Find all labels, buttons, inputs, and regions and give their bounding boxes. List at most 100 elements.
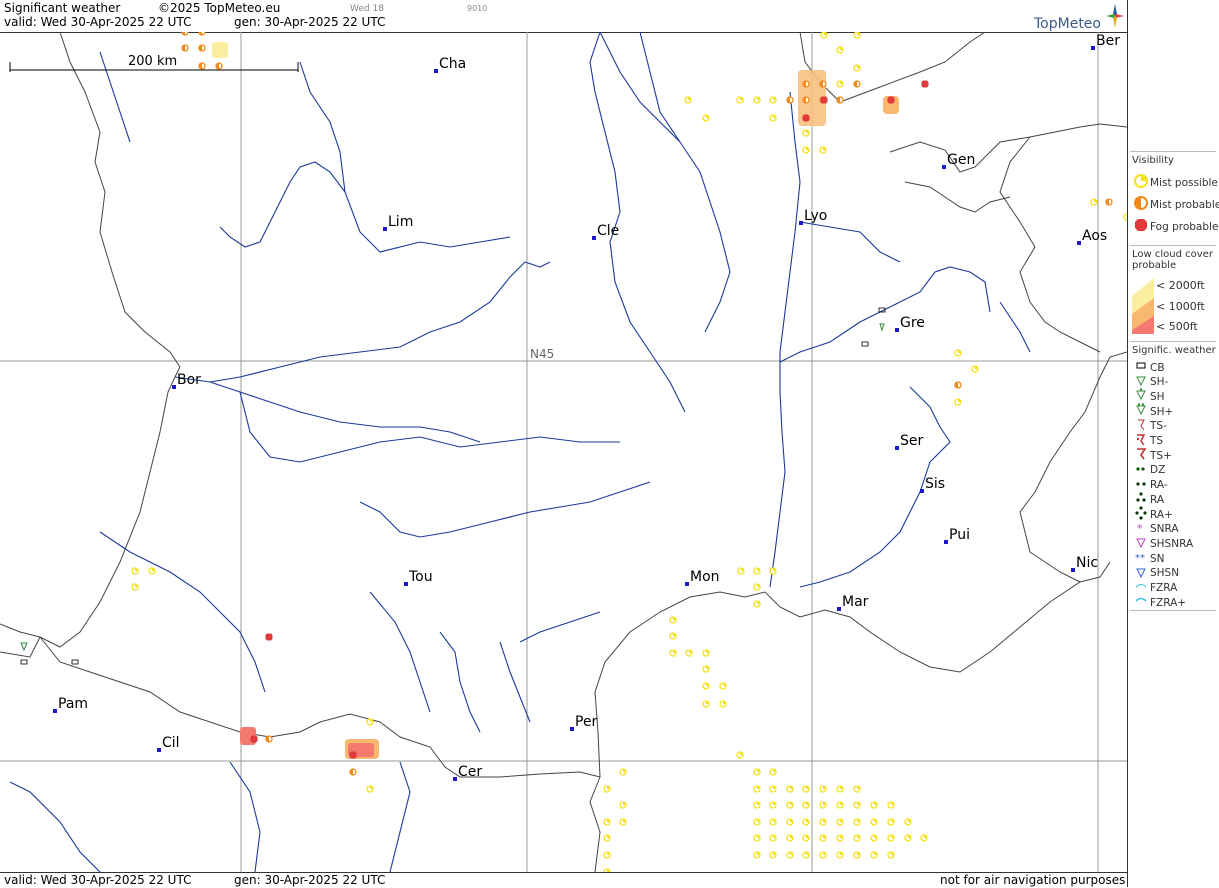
city-label: Gen bbox=[947, 152, 975, 168]
fog-probable-symbols bbox=[250, 80, 929, 759]
mist-possible-icon bbox=[1134, 174, 1148, 188]
city-marker-icon bbox=[944, 540, 948, 544]
footer-valid-time: valid: Wed 30-Apr-2025 22 UTC bbox=[4, 873, 192, 887]
city-marker-icon bbox=[172, 385, 176, 389]
sigwx-label: TS bbox=[1150, 435, 1164, 447]
mist-probable-label: Mist probable bbox=[1150, 198, 1219, 211]
sigwx-label: CB bbox=[1150, 361, 1165, 374]
map-header: Significant weather ©2025 TopMeteo.eu va… bbox=[0, 0, 1127, 33]
fog-probable-icon bbox=[820, 96, 828, 104]
city-label: Cil bbox=[162, 735, 180, 751]
city-mon: Mon bbox=[685, 569, 720, 586]
sigwx-label: DZ bbox=[1150, 464, 1166, 477]
fog-probable-icon bbox=[887, 96, 895, 104]
city-marker-icon bbox=[53, 709, 57, 713]
city-marker-icon bbox=[942, 165, 946, 169]
city-marker-icon bbox=[383, 227, 387, 231]
city-marker-icon bbox=[685, 582, 689, 586]
sigwx-label: TS+ bbox=[1150, 449, 1172, 462]
map-footer: valid: Wed 30-Apr-2025 22 UTC gen: 30-Ap… bbox=[0, 872, 1127, 888]
sigwx-title: Signific. weather bbox=[1132, 345, 1216, 356]
fog-probable-icon bbox=[265, 633, 273, 641]
city-label: Ser bbox=[900, 433, 924, 449]
chart-code: 9010 bbox=[467, 4, 488, 13]
legend-mist-possible: Mist possible bbox=[1132, 174, 1218, 191]
city-label: Tou bbox=[408, 569, 433, 585]
mist-possible-symbols bbox=[131, 32, 1127, 872]
visibility-title: Visibility bbox=[1132, 155, 1174, 166]
sigwx-label: SH+ bbox=[1150, 405, 1174, 418]
city-marker-icon bbox=[404, 582, 408, 586]
latitude-label: N45 bbox=[530, 347, 554, 361]
city-marker-icon bbox=[1077, 241, 1081, 245]
mist-probable-icon bbox=[1134, 196, 1148, 210]
mist-possible-label: Mist possible bbox=[1150, 176, 1218, 189]
legend-panel: Visibility Mist possible Mist probable F… bbox=[1127, 0, 1219, 887]
city-cha: Cha bbox=[434, 56, 466, 73]
city-marker-icon bbox=[453, 777, 457, 781]
city-per: Per bbox=[570, 714, 598, 731]
fog-probable-icon bbox=[1135, 219, 1147, 231]
sigwx-label: RA bbox=[1150, 493, 1165, 506]
city-marker-icon bbox=[1071, 568, 1075, 572]
sigwx-label: FZRA+ bbox=[1150, 596, 1187, 609]
city-label: Lyo bbox=[804, 208, 827, 224]
city-label: Mon bbox=[690, 569, 720, 585]
topmeteo-logo: TopMeteo bbox=[1034, 4, 1124, 32]
city-gen: Gen bbox=[942, 152, 975, 169]
city-gre: Gre bbox=[895, 315, 925, 332]
lowcloud-500-label: < 500ft bbox=[1156, 320, 1198, 333]
city-marker-icon bbox=[592, 236, 596, 240]
fog-probable-icon bbox=[250, 735, 258, 743]
lowcloud-1000-label: < 1000ft bbox=[1156, 300, 1205, 313]
city-label: Sis bbox=[925, 476, 945, 492]
svg-text:*: * bbox=[1137, 522, 1143, 535]
valid-time: valid: Wed 30-Apr-2025 22 UTC bbox=[4, 15, 192, 29]
svg-text:**: ** bbox=[1135, 553, 1145, 564]
fog-probable-icon bbox=[349, 751, 357, 759]
sigwx-label: SH bbox=[1150, 390, 1165, 403]
sigwx-label: SNRA bbox=[1150, 523, 1179, 536]
legend-divider bbox=[1130, 610, 1216, 611]
copyright: ©2025 TopMeteo.eu bbox=[158, 1, 281, 15]
sigwx-label: SHSN bbox=[1150, 567, 1180, 580]
city-cer: Cer bbox=[453, 764, 482, 781]
sigwx-fzraplus-icon bbox=[1132, 594, 1150, 611]
city-nic: Nic bbox=[1071, 555, 1098, 572]
city-marker-icon bbox=[895, 328, 899, 332]
fog-probable-label: Fog probable bbox=[1150, 220, 1219, 233]
map-title: Significant weather bbox=[4, 1, 121, 15]
city-label: Pam bbox=[58, 696, 88, 712]
lowcloud-gradient-icon bbox=[1132, 278, 1154, 334]
city-lyo: Lyo bbox=[799, 208, 827, 225]
lowcloud-2000-label: < 2000ft bbox=[1156, 279, 1205, 292]
city-cle: Cle bbox=[592, 223, 619, 240]
sigwx-label: SN bbox=[1150, 552, 1165, 565]
weather-map[interactable]: N45 200 km Cha Lim Cle Lyo Gen Ber Aos G… bbox=[0, 32, 1127, 872]
city-mar: Mar bbox=[837, 594, 869, 611]
city-sis: Sis bbox=[920, 476, 945, 493]
logo-text: TopMeteo bbox=[1034, 16, 1101, 32]
city-marker-icon bbox=[799, 221, 803, 225]
scale-bar-label: 200 km bbox=[128, 54, 177, 69]
legend-divider bbox=[1130, 341, 1216, 342]
legend-divider bbox=[1130, 245, 1216, 246]
generation-time: gen: 30-Apr-2025 22 UTC bbox=[234, 15, 386, 29]
sigwx-label: SHSNRA bbox=[1150, 537, 1194, 550]
sigwx-label: TS- bbox=[1150, 420, 1167, 433]
forecast-tab-label: Wed 18 bbox=[350, 4, 384, 14]
city-label: Mar bbox=[842, 594, 869, 610]
city-ber: Ber bbox=[1091, 33, 1120, 50]
city-marker-icon bbox=[895, 446, 899, 450]
city-label: Pui bbox=[949, 527, 970, 543]
city-marker-icon bbox=[570, 727, 574, 731]
map-canvas: N45 200 km ChaLimCleLyoGenBerAosGreBorSe… bbox=[0, 32, 1127, 872]
city-marker-icon bbox=[837, 607, 841, 611]
legend-sigwx-fzraplus: FZRA+ bbox=[1132, 594, 1186, 611]
city-label: Nic bbox=[1076, 555, 1098, 571]
city-label: Cle bbox=[597, 223, 619, 239]
city-marker-icon bbox=[1091, 46, 1095, 50]
legend-divider bbox=[1130, 151, 1216, 152]
city-tou: Tou bbox=[404, 569, 433, 586]
city-label: Lim bbox=[388, 214, 413, 230]
